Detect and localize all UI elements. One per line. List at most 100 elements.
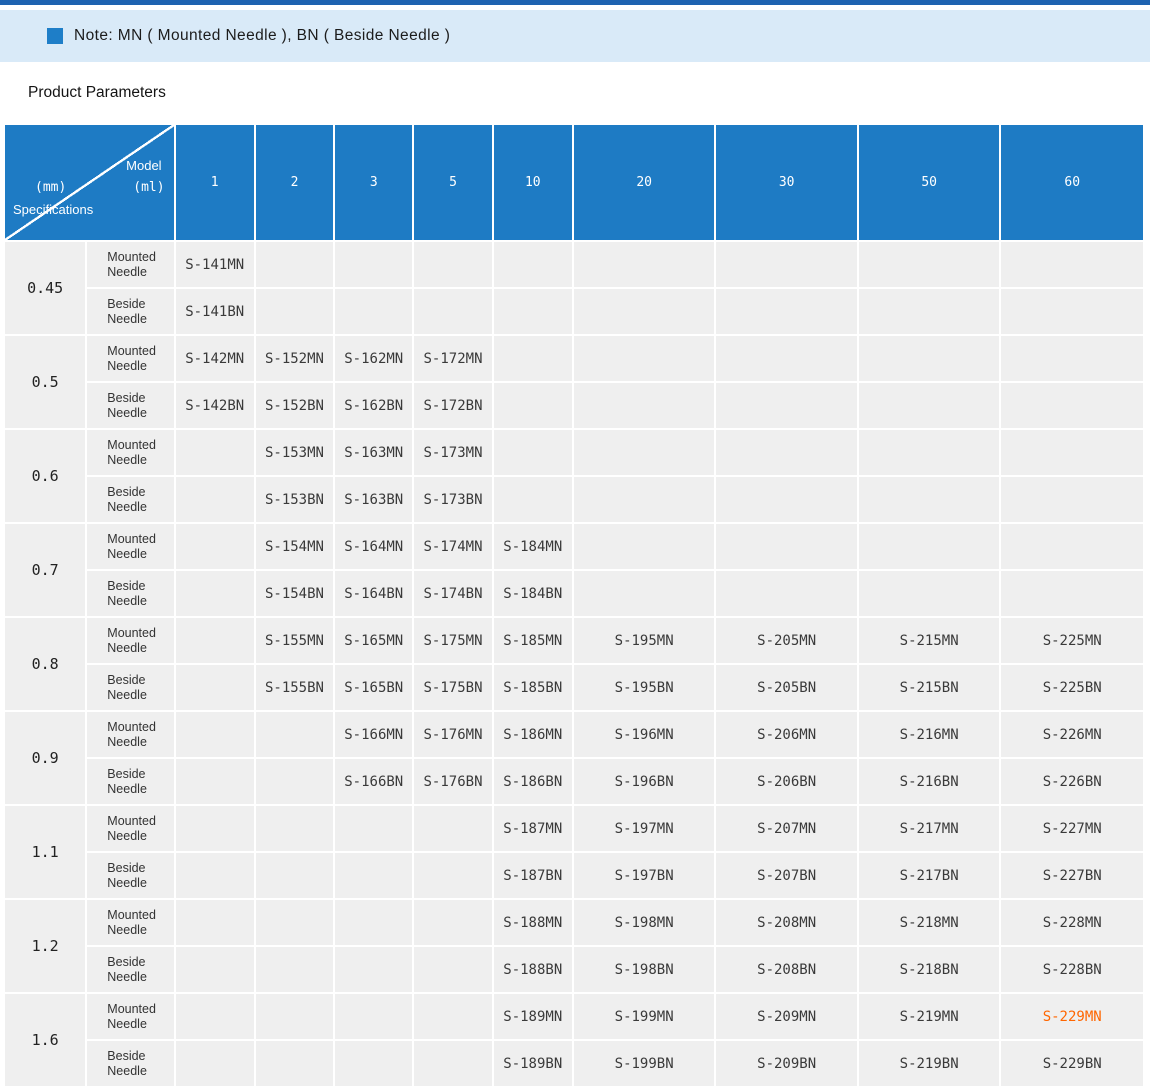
model-code-cell: S-209BN [716, 1041, 857, 1086]
empty-cell [716, 430, 857, 475]
mounted-needle-label: Mounted Needle [87, 430, 173, 475]
model-code-cell: S-176MN [414, 712, 491, 757]
model-code-cell: S-163BN [335, 477, 412, 522]
table-row: Beside NeedleS-141BN [5, 289, 1143, 334]
model-code-cell: S-197BN [574, 853, 715, 898]
empty-cell [494, 430, 572, 475]
table-row: 0.8Mounted NeedleS-155MNS-165MNS-175MNS-… [5, 618, 1143, 663]
beside-needle-label: Beside Needle [87, 477, 173, 522]
table-header-row: Model (ml) (mm) Specifications 123510203… [5, 125, 1143, 240]
model-code-cell: S-197MN [574, 806, 715, 851]
empty-cell [176, 571, 254, 616]
empty-cell [859, 571, 1000, 616]
table-row: Beside NeedleS-153BNS-163BNS-173BN [5, 477, 1143, 522]
empty-cell [335, 853, 412, 898]
corner-mm-unit: (mm) [35, 180, 66, 195]
empty-cell [1001, 524, 1143, 569]
empty-cell [414, 994, 491, 1039]
empty-cell [176, 900, 254, 945]
empty-cell [176, 618, 254, 663]
model-code-cell: S-218MN [859, 900, 1000, 945]
header-col-60ml: 60 [1001, 125, 1143, 240]
table-row: Beside NeedleS-188BNS-198BNS-208BNS-218B… [5, 947, 1143, 992]
model-code-cell: S-164BN [335, 571, 412, 616]
empty-cell [176, 712, 254, 757]
header-col-5ml: 5 [414, 125, 491, 240]
note-bullet-icon [47, 28, 63, 44]
empty-cell [176, 1041, 254, 1086]
model-code-cell: S-208BN [716, 947, 857, 992]
model-code-cell: S-226MN [1001, 712, 1143, 757]
table-row: 1.1Mounted NeedleS-187MNS-197MNS-207MNS-… [5, 806, 1143, 851]
empty-cell [859, 383, 1000, 428]
model-code-cell: S-174MN [414, 524, 491, 569]
model-code-cell: S-195MN [574, 618, 715, 663]
model-code-cell: S-226BN [1001, 759, 1143, 804]
empty-cell [859, 289, 1000, 334]
empty-cell [574, 571, 715, 616]
empty-cell [859, 477, 1000, 522]
model-code-cell: S-165MN [335, 618, 412, 663]
empty-cell [256, 1041, 333, 1086]
diagonal-corner-cell: Model (ml) (mm) Specifications [5, 125, 174, 240]
empty-cell [256, 853, 333, 898]
header-col-30ml: 30 [716, 125, 857, 240]
empty-cell [1001, 289, 1143, 334]
empty-cell [859, 524, 1000, 569]
model-code-cell: S-227BN [1001, 853, 1143, 898]
empty-cell [716, 477, 857, 522]
model-code-cell: S-187BN [494, 853, 572, 898]
corner-ml-unit: (ml) [133, 180, 164, 195]
page-title: Product Parameters [28, 84, 166, 102]
table-row: 1.2Mounted NeedleS-188MNS-198MNS-208MNS-… [5, 900, 1143, 945]
empty-cell [414, 289, 491, 334]
empty-cell [574, 430, 715, 475]
mounted-needle-label: Mounted Needle [87, 994, 173, 1039]
empty-cell [176, 947, 254, 992]
table-row: 0.6Mounted NeedleS-153MNS-163MNS-173MN [5, 430, 1143, 475]
empty-cell [335, 900, 412, 945]
empty-cell [256, 994, 333, 1039]
spec-cell: 1.2 [5, 900, 85, 992]
mounted-needle-label: Mounted Needle [87, 618, 173, 663]
empty-cell [494, 289, 572, 334]
model-code-cell: S-217BN [859, 853, 1000, 898]
model-code-cell: S-206MN [716, 712, 857, 757]
mounted-needle-label: Mounted Needle [87, 524, 173, 569]
empty-cell [1001, 383, 1143, 428]
model-code-cell: S-172MN [414, 336, 491, 381]
model-code-cell: S-198MN [574, 900, 715, 945]
model-code-cell: S-217MN [859, 806, 1000, 851]
empty-cell [494, 336, 572, 381]
model-code-cell: S-155MN [256, 618, 333, 663]
note-text: Note: MN ( Mounted Needle ), BN ( Beside… [74, 27, 450, 45]
model-code-cell: S-162MN [335, 336, 412, 381]
model-code-cell: S-155BN [256, 665, 333, 710]
corner-model-label: Model [126, 158, 161, 173]
model-code-cell: S-152MN [256, 336, 333, 381]
model-code-cell: S-229MN [1001, 994, 1143, 1039]
model-code-cell: S-228BN [1001, 947, 1143, 992]
model-code-cell: S-142BN [176, 383, 254, 428]
mounted-needle-label: Mounted Needle [87, 806, 173, 851]
model-code-cell: S-188BN [494, 947, 572, 992]
model-code-cell: S-209MN [716, 994, 857, 1039]
model-code-cell: S-175BN [414, 665, 491, 710]
spec-cell: 0.45 [5, 242, 85, 334]
model-code-cell: S-154MN [256, 524, 333, 569]
header-col-20ml: 20 [574, 125, 715, 240]
empty-cell [859, 430, 1000, 475]
model-code-cell: S-219MN [859, 994, 1000, 1039]
empty-cell [716, 571, 857, 616]
empty-cell [494, 383, 572, 428]
model-code-cell: S-166BN [335, 759, 412, 804]
empty-cell [859, 242, 1000, 287]
spec-cell: 0.9 [5, 712, 85, 804]
empty-cell [716, 336, 857, 381]
model-code-cell: S-141MN [176, 242, 254, 287]
beside-needle-label: Beside Needle [87, 947, 173, 992]
model-code-cell: S-176BN [414, 759, 491, 804]
model-code-cell: S-225BN [1001, 665, 1143, 710]
model-code-cell: S-164MN [335, 524, 412, 569]
empty-cell [574, 242, 715, 287]
